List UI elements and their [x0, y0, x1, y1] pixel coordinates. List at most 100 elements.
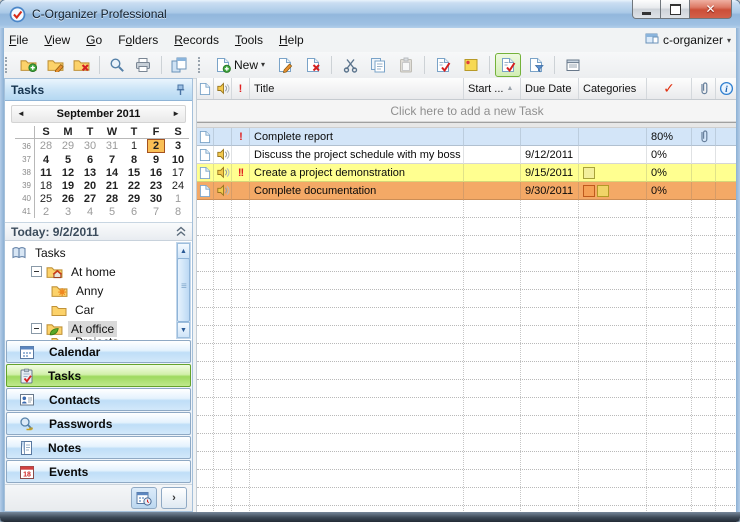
calendar-day[interactable]: 17 [167, 166, 189, 179]
menu-tools[interactable]: Tools [227, 29, 271, 52]
new-folder-button[interactable] [17, 53, 41, 77]
calendar-day[interactable]: 7 [145, 205, 167, 218]
column-header-title[interactable]: Title [250, 78, 464, 99]
calendar-day[interactable]: 2 [35, 205, 58, 218]
column-header-categories[interactable]: Categories [579, 78, 647, 99]
calendar-day[interactable]: 8 [123, 153, 145, 166]
calendar-day[interactable]: 22 [123, 179, 145, 192]
calendar-next-button[interactable]: ► [172, 106, 180, 122]
sidebar-item-notes[interactable]: Notes [6, 436, 191, 459]
search-button[interactable] [105, 53, 129, 77]
tree-item-projects[interactable]: Projects [5, 338, 176, 340]
calendar-day[interactable]: 11 [35, 166, 58, 179]
sidebar-item-passwords[interactable]: Passwords [6, 412, 191, 435]
calendar-day[interactable]: 6 [79, 153, 101, 166]
menu-folders[interactable]: Folders [110, 29, 166, 52]
calendar-day[interactable]: 3 [57, 205, 79, 218]
delete-record-button[interactable] [300, 53, 326, 77]
complete-task-button[interactable] [430, 53, 456, 77]
preview-pane-button[interactable] [560, 53, 586, 77]
tree-expander-icon[interactable] [31, 323, 42, 334]
calendar-prev-button[interactable]: ◄ [17, 106, 25, 122]
calendar-day[interactable]: 28 [35, 139, 58, 154]
calendar-day[interactable]: 31 [101, 139, 123, 154]
cut-button[interactable] [337, 53, 363, 77]
calendar-day[interactable]: 19 [57, 179, 79, 192]
calendar-day[interactable]: 29 [123, 192, 145, 205]
column-header-attach[interactable] [692, 78, 716, 99]
scroll-up-icon[interactable]: ▲ [177, 243, 190, 259]
menu-help[interactable]: Help [271, 29, 312, 52]
tree-item-at-home[interactable]: At home [5, 262, 176, 281]
menu-go[interactable]: Go [78, 29, 110, 52]
today-bar[interactable]: Today: 9/2/2011 [5, 223, 192, 241]
tree-item-tasks[interactable]: Tasks [5, 243, 176, 262]
menu-view[interactable]: View [36, 29, 78, 52]
calendar-day[interactable]: 14 [101, 166, 123, 179]
print-button[interactable] [131, 53, 155, 77]
calendar-day[interactable]: 13 [79, 166, 101, 179]
calendar-day[interactable]: 1 [123, 139, 145, 154]
list-view-button[interactable] [495, 53, 521, 77]
delete-folder-button[interactable] [69, 53, 93, 77]
calendar-day[interactable]: 7 [101, 153, 123, 166]
tree-expander-icon[interactable] [31, 266, 42, 277]
calendar-day[interactable]: 29 [57, 139, 79, 154]
switch-panels-button[interactable] [167, 53, 191, 77]
tree-item-anny[interactable]: Anny [5, 281, 176, 300]
maximize-button[interactable] [661, 0, 690, 19]
calendar-day[interactable]: 27 [79, 192, 101, 205]
calendar-day[interactable]: 3 [167, 139, 189, 154]
calendar-day[interactable]: 24 [167, 179, 189, 192]
new-record-button[interactable]: New▾ [210, 53, 270, 77]
toolbar-grip[interactable] [5, 57, 12, 73]
pin-icon[interactable] [175, 84, 186, 96]
calendar-day[interactable]: 18 [35, 179, 58, 192]
toolbar-grip[interactable] [198, 57, 205, 73]
copy-button[interactable] [365, 53, 391, 77]
close-button[interactable]: ✕ [690, 0, 732, 19]
task-row[interactable]: Complete documentation9/30/20110% [197, 182, 737, 200]
scroll-thumb[interactable] [177, 258, 190, 322]
tree-item-car[interactable]: Car [5, 300, 176, 319]
collapse-icon[interactable] [176, 226, 186, 237]
calendar-day[interactable]: 25 [35, 192, 58, 205]
calendar-day[interactable]: 16 [145, 166, 167, 179]
column-header-info[interactable]: i [716, 78, 737, 99]
sidebar-item-events[interactable]: 18Events [6, 460, 191, 483]
column-header-start[interactable]: Start ...▲ [464, 78, 521, 99]
calendar-day[interactable]: 20 [79, 179, 101, 192]
calendar-month-label[interactable]: September 2011 [57, 108, 141, 120]
column-header-done[interactable]: ✓ [647, 78, 692, 99]
column-header-page[interactable] [197, 78, 214, 99]
edit-folder-button[interactable] [43, 53, 67, 77]
calendar-day[interactable]: 8 [167, 205, 189, 218]
calendar-day[interactable]: 5 [57, 153, 79, 166]
minimize-button[interactable] [632, 0, 661, 19]
tree-scrollbar[interactable]: ▲ ▼ [176, 242, 191, 339]
calendar-day[interactable]: 6 [123, 205, 145, 218]
column-header-due[interactable]: Due Date [521, 78, 579, 99]
filter-button[interactable] [523, 53, 549, 77]
sidebar-item-contacts[interactable]: Contacts [6, 388, 191, 411]
menu-records[interactable]: Records [166, 29, 227, 52]
calendar-day[interactable]: 4 [79, 205, 101, 218]
edit-record-button[interactable] [272, 53, 298, 77]
sidebar-item-tasks[interactable]: Tasks [6, 364, 191, 387]
calendar-day[interactable]: 1 [167, 192, 189, 205]
menu-file[interactable]: File [1, 29, 36, 52]
profile-menu[interactable]: c-organizer ▾ [645, 32, 731, 48]
calendar-day[interactable]: 23 [145, 179, 167, 192]
calendar-day[interactable]: 30 [145, 192, 167, 205]
calendar-day[interactable]: 2 [145, 139, 167, 154]
calendar-day[interactable]: 12 [57, 166, 79, 179]
scroll-down-icon[interactable]: ▼ [177, 322, 190, 338]
column-header-priority[interactable]: ! [232, 78, 250, 99]
calendar-day[interactable]: 15 [123, 166, 145, 179]
column-header-reminder[interactable] [214, 78, 232, 99]
toggle-calendar-button[interactable] [131, 487, 157, 509]
calendar-day[interactable]: 10 [167, 153, 189, 166]
reminder-note-button[interactable] [458, 53, 484, 77]
calendar-day[interactable]: 4 [35, 153, 58, 166]
sidebar-item-calendar[interactable]: Calendar [6, 340, 191, 363]
